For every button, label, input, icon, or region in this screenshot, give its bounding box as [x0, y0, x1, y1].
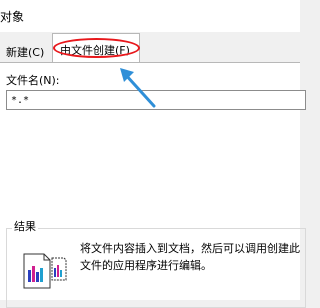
annotation-arrow-icon	[120, 68, 156, 108]
tab-new[interactable]: 新建(C)	[0, 40, 52, 62]
document-object-icon	[23, 253, 67, 289]
result-description-line1: 将文件内容插入到文档，然后可以调用创建此	[80, 242, 300, 255]
filename-label: 文件名(N):	[6, 74, 60, 87]
result-label: 结果	[12, 218, 38, 234]
dialog-title: 对象	[0, 10, 25, 24]
tab-create-from-file[interactable]: 由文件创建(F)	[52, 33, 140, 62]
result-description: 将文件内容插入到文档，然后可以调用创建此 文件的应用程序进行编辑。	[80, 240, 300, 274]
result-description-line2: 文件的应用程序进行编辑。	[80, 259, 212, 272]
dialog-titlebar: 对象	[0, 0, 300, 32]
